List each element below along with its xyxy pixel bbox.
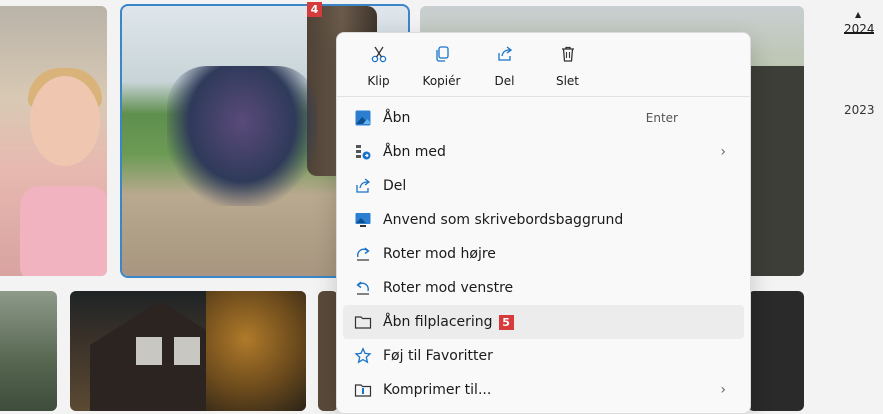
photo-thumbnail[interactable] xyxy=(0,6,107,276)
menu-item-label: Roter mod højre xyxy=(383,246,496,262)
share-icon xyxy=(496,45,514,67)
wallpaper-icon xyxy=(354,211,372,229)
timeline-marker xyxy=(844,32,874,34)
photo-thumbnail[interactable] xyxy=(0,291,57,411)
menu-item-open-with[interactable]: Åbn med › xyxy=(343,135,744,169)
menu-item-compress[interactable]: Komprimer til... › xyxy=(343,373,744,407)
photo-icon xyxy=(354,109,372,127)
step-badge: 4 xyxy=(307,2,322,17)
rotate-right-icon xyxy=(354,245,372,263)
copy-icon xyxy=(433,45,451,67)
photo-thumbnail[interactable] xyxy=(748,291,804,411)
cut-label: Klip xyxy=(367,74,390,88)
photo-thumbnail[interactable] xyxy=(70,291,306,411)
photo-thumbnail[interactable] xyxy=(318,291,338,411)
open-with-icon xyxy=(354,143,372,161)
menu-item-open-file-location[interactable]: Åbn filplacering 5 xyxy=(343,305,744,339)
menu-item-label: Roter mod venstre xyxy=(383,280,514,296)
share-icon xyxy=(354,177,372,195)
scissors-icon xyxy=(370,45,388,67)
share-button[interactable]: Del xyxy=(473,33,536,96)
menu-item-label: Åbn xyxy=(383,110,411,126)
step-badge: 5 xyxy=(498,314,514,330)
caret-up-icon[interactable]: ▲ xyxy=(855,10,861,19)
share-label: Del xyxy=(494,74,515,88)
menu-item-share[interactable]: Del xyxy=(343,169,744,203)
rotate-left-icon xyxy=(354,279,372,297)
menu-item-label: Åbn med xyxy=(383,144,446,160)
delete-label: Slet xyxy=(555,74,580,88)
quick-actions-bar: Klip Kopiér Del Slet xyxy=(337,33,750,96)
trash-icon xyxy=(559,45,577,67)
menu-item-label: Føj til Favoritter xyxy=(383,348,493,364)
compress-icon xyxy=(354,381,372,399)
menu-item-open[interactable]: Åbn Enter xyxy=(343,101,744,135)
context-menu: Klip Kopiér Del Slet Åbn Enter Åbn med ›… xyxy=(336,32,751,414)
menu-item-set-wallpaper[interactable]: Anvend som skrivebordsbaggrund xyxy=(343,203,744,237)
copy-button[interactable]: Kopiér xyxy=(410,33,473,96)
folder-icon xyxy=(354,313,372,331)
shortcut-hint: Enter xyxy=(645,111,678,125)
cut-button[interactable]: Klip xyxy=(347,33,410,96)
menu-item-label: Del xyxy=(383,178,407,194)
delete-button[interactable]: Slet xyxy=(536,33,599,96)
menu-item-label: Anvend som skrivebordsbaggrund xyxy=(383,212,624,228)
timeline-scrubber[interactable]: ▲ 2024 2023 xyxy=(838,0,883,396)
star-icon xyxy=(354,347,372,365)
menu-items: Åbn Enter Åbn med › Del Anvend som skriv… xyxy=(337,97,750,407)
menu-item-add-favorites[interactable]: Føj til Favoritter xyxy=(343,339,744,373)
menu-item-label: Åbn filplacering xyxy=(383,314,493,330)
chevron-right-icon: › xyxy=(720,144,726,160)
menu-item-rotate-left[interactable]: Roter mod venstre xyxy=(343,271,744,305)
menu-item-rotate-right[interactable]: Roter mod højre xyxy=(343,237,744,271)
copy-label: Kopiér xyxy=(422,74,461,88)
timeline-year[interactable]: 2023 xyxy=(844,103,875,117)
